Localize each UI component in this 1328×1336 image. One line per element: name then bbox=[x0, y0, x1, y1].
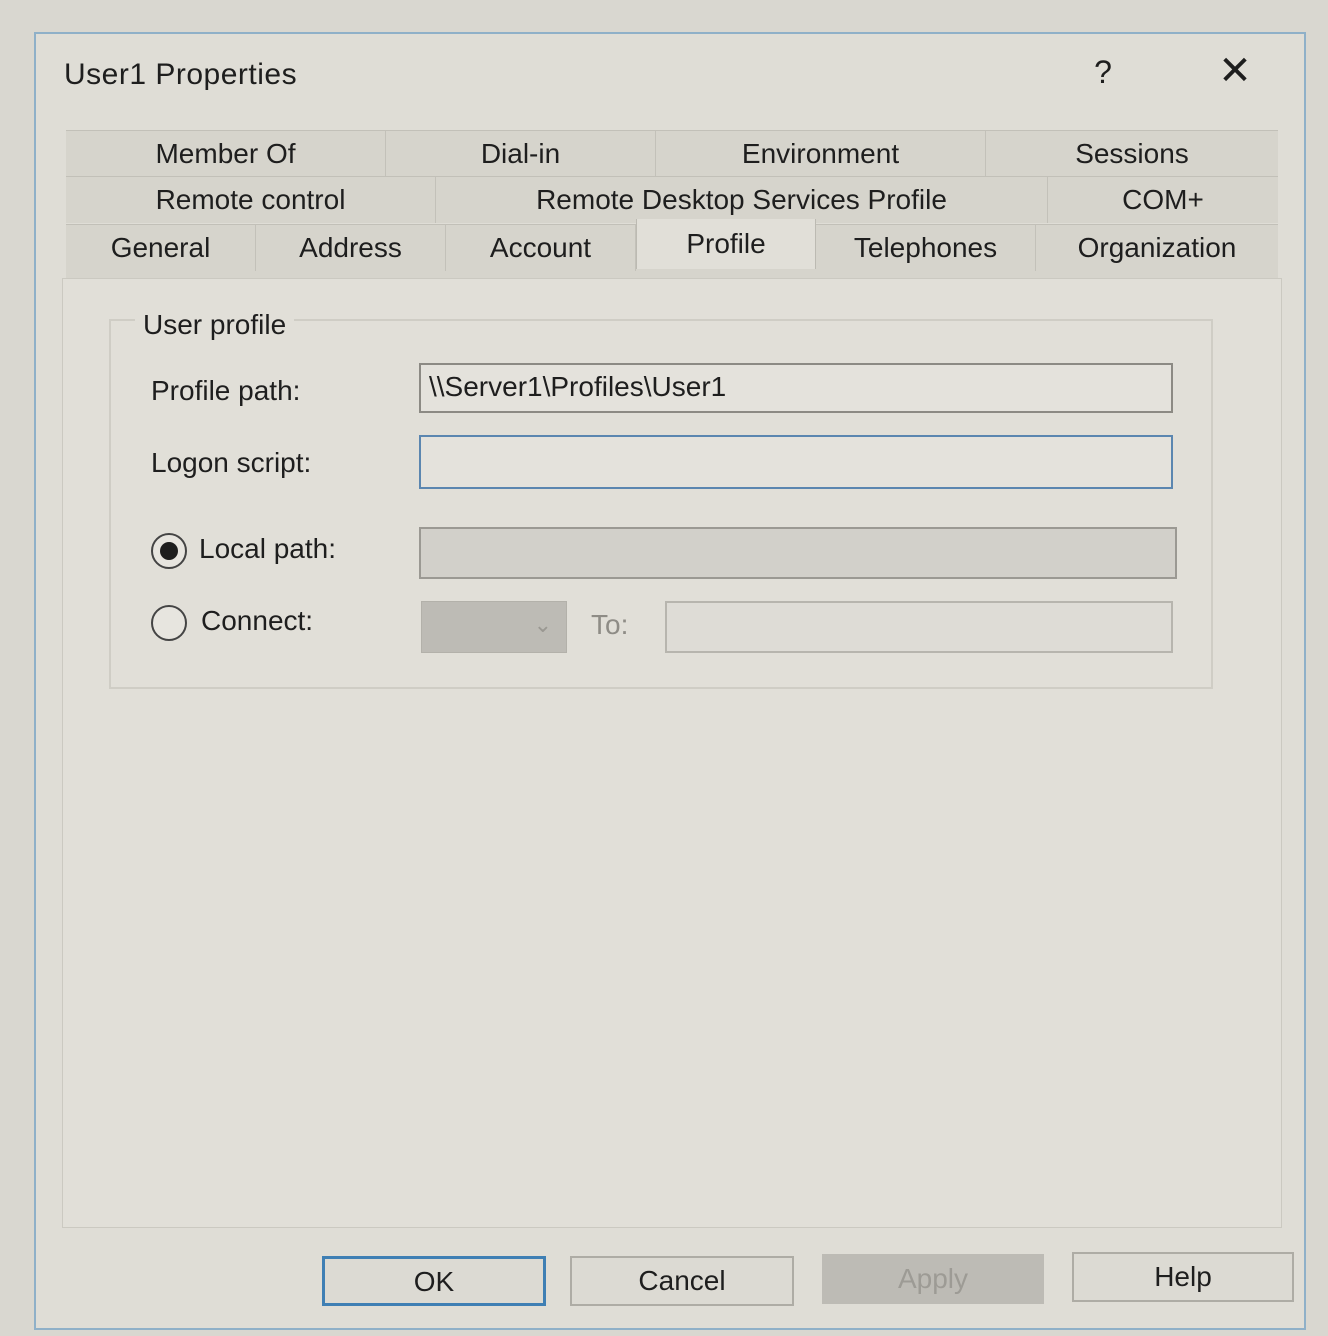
cancel-button[interactable]: Cancel bbox=[570, 1256, 794, 1306]
user-profile-group-label: User profile bbox=[135, 309, 295, 341]
help-icon[interactable]: ? bbox=[1088, 52, 1118, 92]
tab-row-2: Remote control Remote Desktop Services P… bbox=[66, 176, 1278, 223]
tab-member-of[interactable]: Member Of bbox=[66, 131, 386, 177]
profile-path-input[interactable]: \\Server1\Profiles\User1 bbox=[419, 363, 1173, 413]
local-path-label: Local path: bbox=[199, 533, 336, 564]
to-path-input[interactable] bbox=[665, 601, 1173, 653]
local-path-input[interactable] bbox=[419, 527, 1177, 579]
ok-button[interactable]: OK bbox=[322, 1256, 546, 1306]
to-label: To: bbox=[591, 609, 629, 640]
tab-telephones[interactable]: Telephones bbox=[816, 225, 1036, 271]
tab-profile[interactable]: Profile bbox=[636, 219, 816, 269]
chevron-down-icon: ⌄ bbox=[533, 612, 552, 637]
profile-path-label: Profile path: bbox=[151, 375, 301, 406]
tab-row-3: General Address Account Profile Telephon… bbox=[66, 219, 1278, 279]
logon-script-input[interactable] bbox=[419, 435, 1173, 489]
tab-environment[interactable]: Environment bbox=[656, 131, 986, 177]
tab-account[interactable]: Account bbox=[446, 225, 636, 271]
dialog-title: User1 Properties bbox=[64, 58, 298, 91]
tab-sessions[interactable]: Sessions bbox=[986, 131, 1278, 177]
tab-organization[interactable]: Organization bbox=[1036, 225, 1278, 271]
connect-radio[interactable] bbox=[151, 605, 187, 641]
tab-dial-in[interactable]: Dial-in bbox=[386, 131, 656, 177]
tab-row-1: Member Of Dial-in Environment Sessions bbox=[66, 130, 1278, 177]
logon-script-label: Logon script: bbox=[151, 447, 312, 478]
tab-com-plus[interactable]: COM+ bbox=[1048, 177, 1278, 223]
properties-dialog: User1 Properties ? ✕ Member Of Dial-in E… bbox=[34, 32, 1306, 1330]
drive-letter-dropdown[interactable]: ⌄ bbox=[421, 601, 567, 653]
tab-strip: Member Of Dial-in Environment Sessions R… bbox=[66, 130, 1278, 279]
connect-label: Connect: bbox=[201, 605, 314, 636]
help-button[interactable]: Help bbox=[1072, 1252, 1294, 1302]
tab-remote-desktop-services-profile[interactable]: Remote Desktop Services Profile bbox=[436, 177, 1048, 223]
close-icon[interactable]: ✕ bbox=[1214, 50, 1256, 92]
local-path-radio[interactable] bbox=[151, 533, 187, 569]
apply-button[interactable]: Apply bbox=[822, 1254, 1044, 1304]
tab-general[interactable]: General bbox=[66, 225, 256, 271]
tab-address[interactable]: Address bbox=[256, 225, 446, 271]
screen: User1 Properties ? ✕ Member Of Dial-in E… bbox=[0, 0, 1328, 1336]
radio-selected-dot bbox=[160, 542, 178, 560]
profile-tab-panel: User profile Profile path: \\Server1\Pro… bbox=[62, 278, 1282, 1228]
tab-remote-control[interactable]: Remote control bbox=[66, 177, 436, 223]
